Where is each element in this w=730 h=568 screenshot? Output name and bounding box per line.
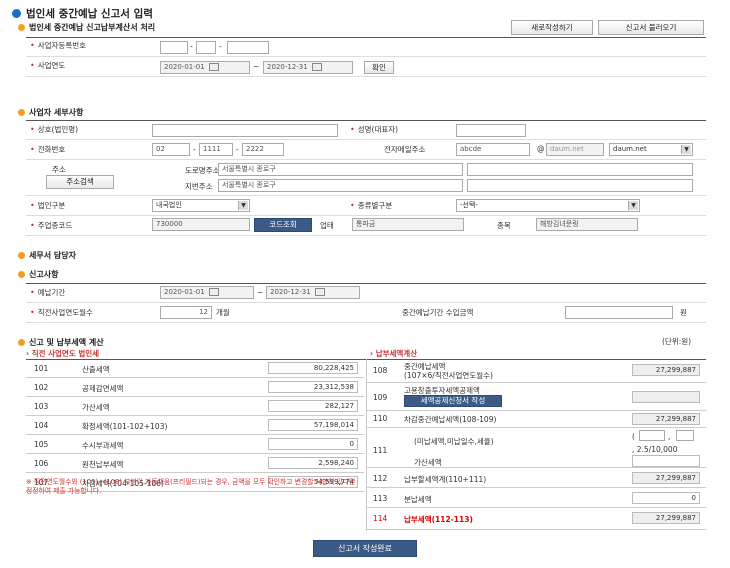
biz-year-label: • 사업연도 (30, 61, 66, 70)
row-value-input[interactable]: 282,127 (268, 400, 358, 412)
calendar-icon[interactable] (311, 63, 322, 71)
row-number: 105 (34, 440, 49, 449)
road-address-input[interactable]: 서울특별시 종로구 (218, 163, 463, 176)
r113-value[interactable]: 0 (632, 492, 700, 504)
row-label: 원천납부세액 (82, 460, 124, 469)
r109-value (632, 391, 700, 403)
section-header-officer: 세무서 담당자 (18, 250, 76, 261)
section-bullet-icon (18, 24, 25, 31)
industry-code-input[interactable]: 730000 (152, 218, 250, 231)
section-header-details: 사업자 세부사항 (18, 107, 83, 118)
section-header-calc-tax: 신고 및 납부세액 계산 (18, 337, 104, 348)
calendar-icon[interactable] (314, 288, 325, 296)
row-number: 104 (34, 421, 49, 430)
section-bullet-icon (18, 109, 25, 116)
row-label: 가산세액 (82, 403, 110, 412)
left-subheader: › 직전 사업연도 법인세 (26, 349, 100, 358)
prev-months-label: • 직전사업연도월수 (30, 308, 93, 317)
prepay-period-label: • 예납기간 (30, 288, 66, 297)
section-bullet-icon (18, 252, 25, 259)
r111-value[interactable] (632, 455, 700, 467)
code-lookup-button[interactable]: 코드조회 (254, 218, 312, 232)
phone-part3-input[interactable]: 2222 (242, 143, 284, 156)
kind-type-select[interactable]: -선택- ▼ (456, 199, 640, 212)
footnote: ※ 직전연도월수와 (101)~(108) 부분이 자동채움(프리필드)되는 경… (26, 478, 356, 495)
email-domain-input[interactable]: daum.net (546, 143, 604, 156)
r114-value: 27,299,887 (632, 512, 700, 524)
title-bullet-icon (12, 9, 21, 18)
biz-reg-part1-input[interactable] (160, 41, 188, 54)
row-label: 확정세액(101-102+103) (82, 422, 168, 431)
page-title: 법인세 중간예납 신고서 입력 (12, 6, 153, 21)
phone-part1-input[interactable]: 02 (152, 143, 190, 156)
jibun-address-input[interactable]: 서울특별시 종로구 (218, 179, 463, 192)
load-return-button[interactable]: 신고서 불러오기 (598, 20, 704, 35)
chevron-down-icon: ▼ (681, 145, 691, 154)
calendar-icon[interactable] (208, 288, 219, 296)
kind-type-label: • 종류별구분 (350, 201, 393, 210)
chevron-down-icon: ▼ (238, 201, 248, 210)
row-value-input[interactable]: 57,198,014 (268, 419, 358, 431)
right-subheader: › 납부세액계산 (370, 349, 418, 358)
unpaid-days-input[interactable] (676, 430, 694, 441)
section-header-filing: 신고사항 (18, 269, 58, 280)
r108-value: 27,299,887 (632, 364, 700, 376)
row-value-input[interactable]: 0 (268, 438, 358, 450)
row-value-input[interactable]: 23,312,538 (268, 381, 358, 393)
rep-name-label: • 성명(대표자) (350, 125, 399, 134)
corp-name-input[interactable] (152, 124, 338, 137)
submit-button[interactable]: 신고서 작성완료 (313, 540, 417, 557)
road-address-detail-input[interactable] (467, 163, 693, 176)
r110-value: 27,299,887 (632, 413, 700, 425)
row-number: 106 (34, 459, 49, 468)
industry-label: • 주업종코드 (30, 221, 73, 230)
row-number: 101 (34, 364, 49, 373)
row-label: 산출세액 (82, 365, 110, 374)
prev-months-input[interactable]: 12 (160, 306, 212, 319)
section-bullet-icon (18, 339, 25, 346)
row-value-input[interactable]: 2,598,240 (268, 457, 358, 469)
phone-label: • 전화번호 (30, 145, 66, 154)
unit-note: (단위:원) (662, 337, 692, 346)
calendar-icon[interactable] (208, 63, 219, 71)
prepay-from-input[interactable]: 2020-01-01 (160, 286, 254, 299)
phone-part2-input[interactable]: 1111 (199, 143, 233, 156)
income-label: 중간예납기간 수입금액 (402, 308, 474, 317)
corp-type-label: • 법인구분 (30, 201, 66, 210)
address-label: 주소 (52, 165, 66, 174)
row-number: 102 (34, 383, 49, 392)
email-label: 전자메일주소 (384, 145, 426, 154)
business-item-input[interactable]: 해방김녀문링 (536, 218, 638, 231)
corp-type-select[interactable]: 내국법인 ▼ (152, 199, 250, 212)
biz-reg-label: • 사업자등록번호 (30, 41, 87, 50)
biz-reg-part3-input[interactable] (227, 41, 269, 54)
unpaid-tax-input[interactable] (639, 430, 665, 441)
r112-value: 27,299,887 (632, 472, 700, 484)
email-id-input[interactable]: abcde (456, 143, 530, 156)
income-input[interactable] (565, 306, 673, 319)
row-label: 수시부과세액 (82, 441, 124, 450)
email-domain-select[interactable]: daum.net ▼ (609, 143, 693, 156)
tax-credit-form-button[interactable]: 세액공제신청서 작성 (404, 395, 502, 407)
new-write-button[interactable]: 새로작성하기 (511, 20, 593, 35)
jibun-address-detail-input[interactable] (467, 179, 693, 192)
confirm-button[interactable]: 확인 (364, 61, 394, 74)
corp-name-label: • 상호(법인명) (30, 125, 79, 134)
section-bullet-icon (18, 271, 25, 278)
biz-year-from-input[interactable]: 2020-01-01 (160, 61, 250, 74)
row-value-input[interactable]: 80,228,425 (268, 362, 358, 374)
row-label: 공제감면세액 (82, 384, 124, 393)
biz-year-to-input[interactable]: 2020-12-31 (263, 61, 353, 74)
business-type-input[interactable]: 통파금 (352, 218, 464, 231)
biz-reg-part2-input[interactable] (196, 41, 216, 54)
prepay-to-input[interactable]: 2020-12-31 (266, 286, 360, 299)
chevron-down-icon: ▼ (628, 201, 638, 210)
row-number: 103 (34, 402, 49, 411)
address-search-button[interactable]: 주소검색 (46, 175, 114, 189)
section-header-calc: 법인세 중간예납 신고납부계산서 처리 (18, 22, 155, 33)
rep-name-input[interactable] (456, 124, 526, 137)
biz-reg-row (26, 37, 706, 57)
